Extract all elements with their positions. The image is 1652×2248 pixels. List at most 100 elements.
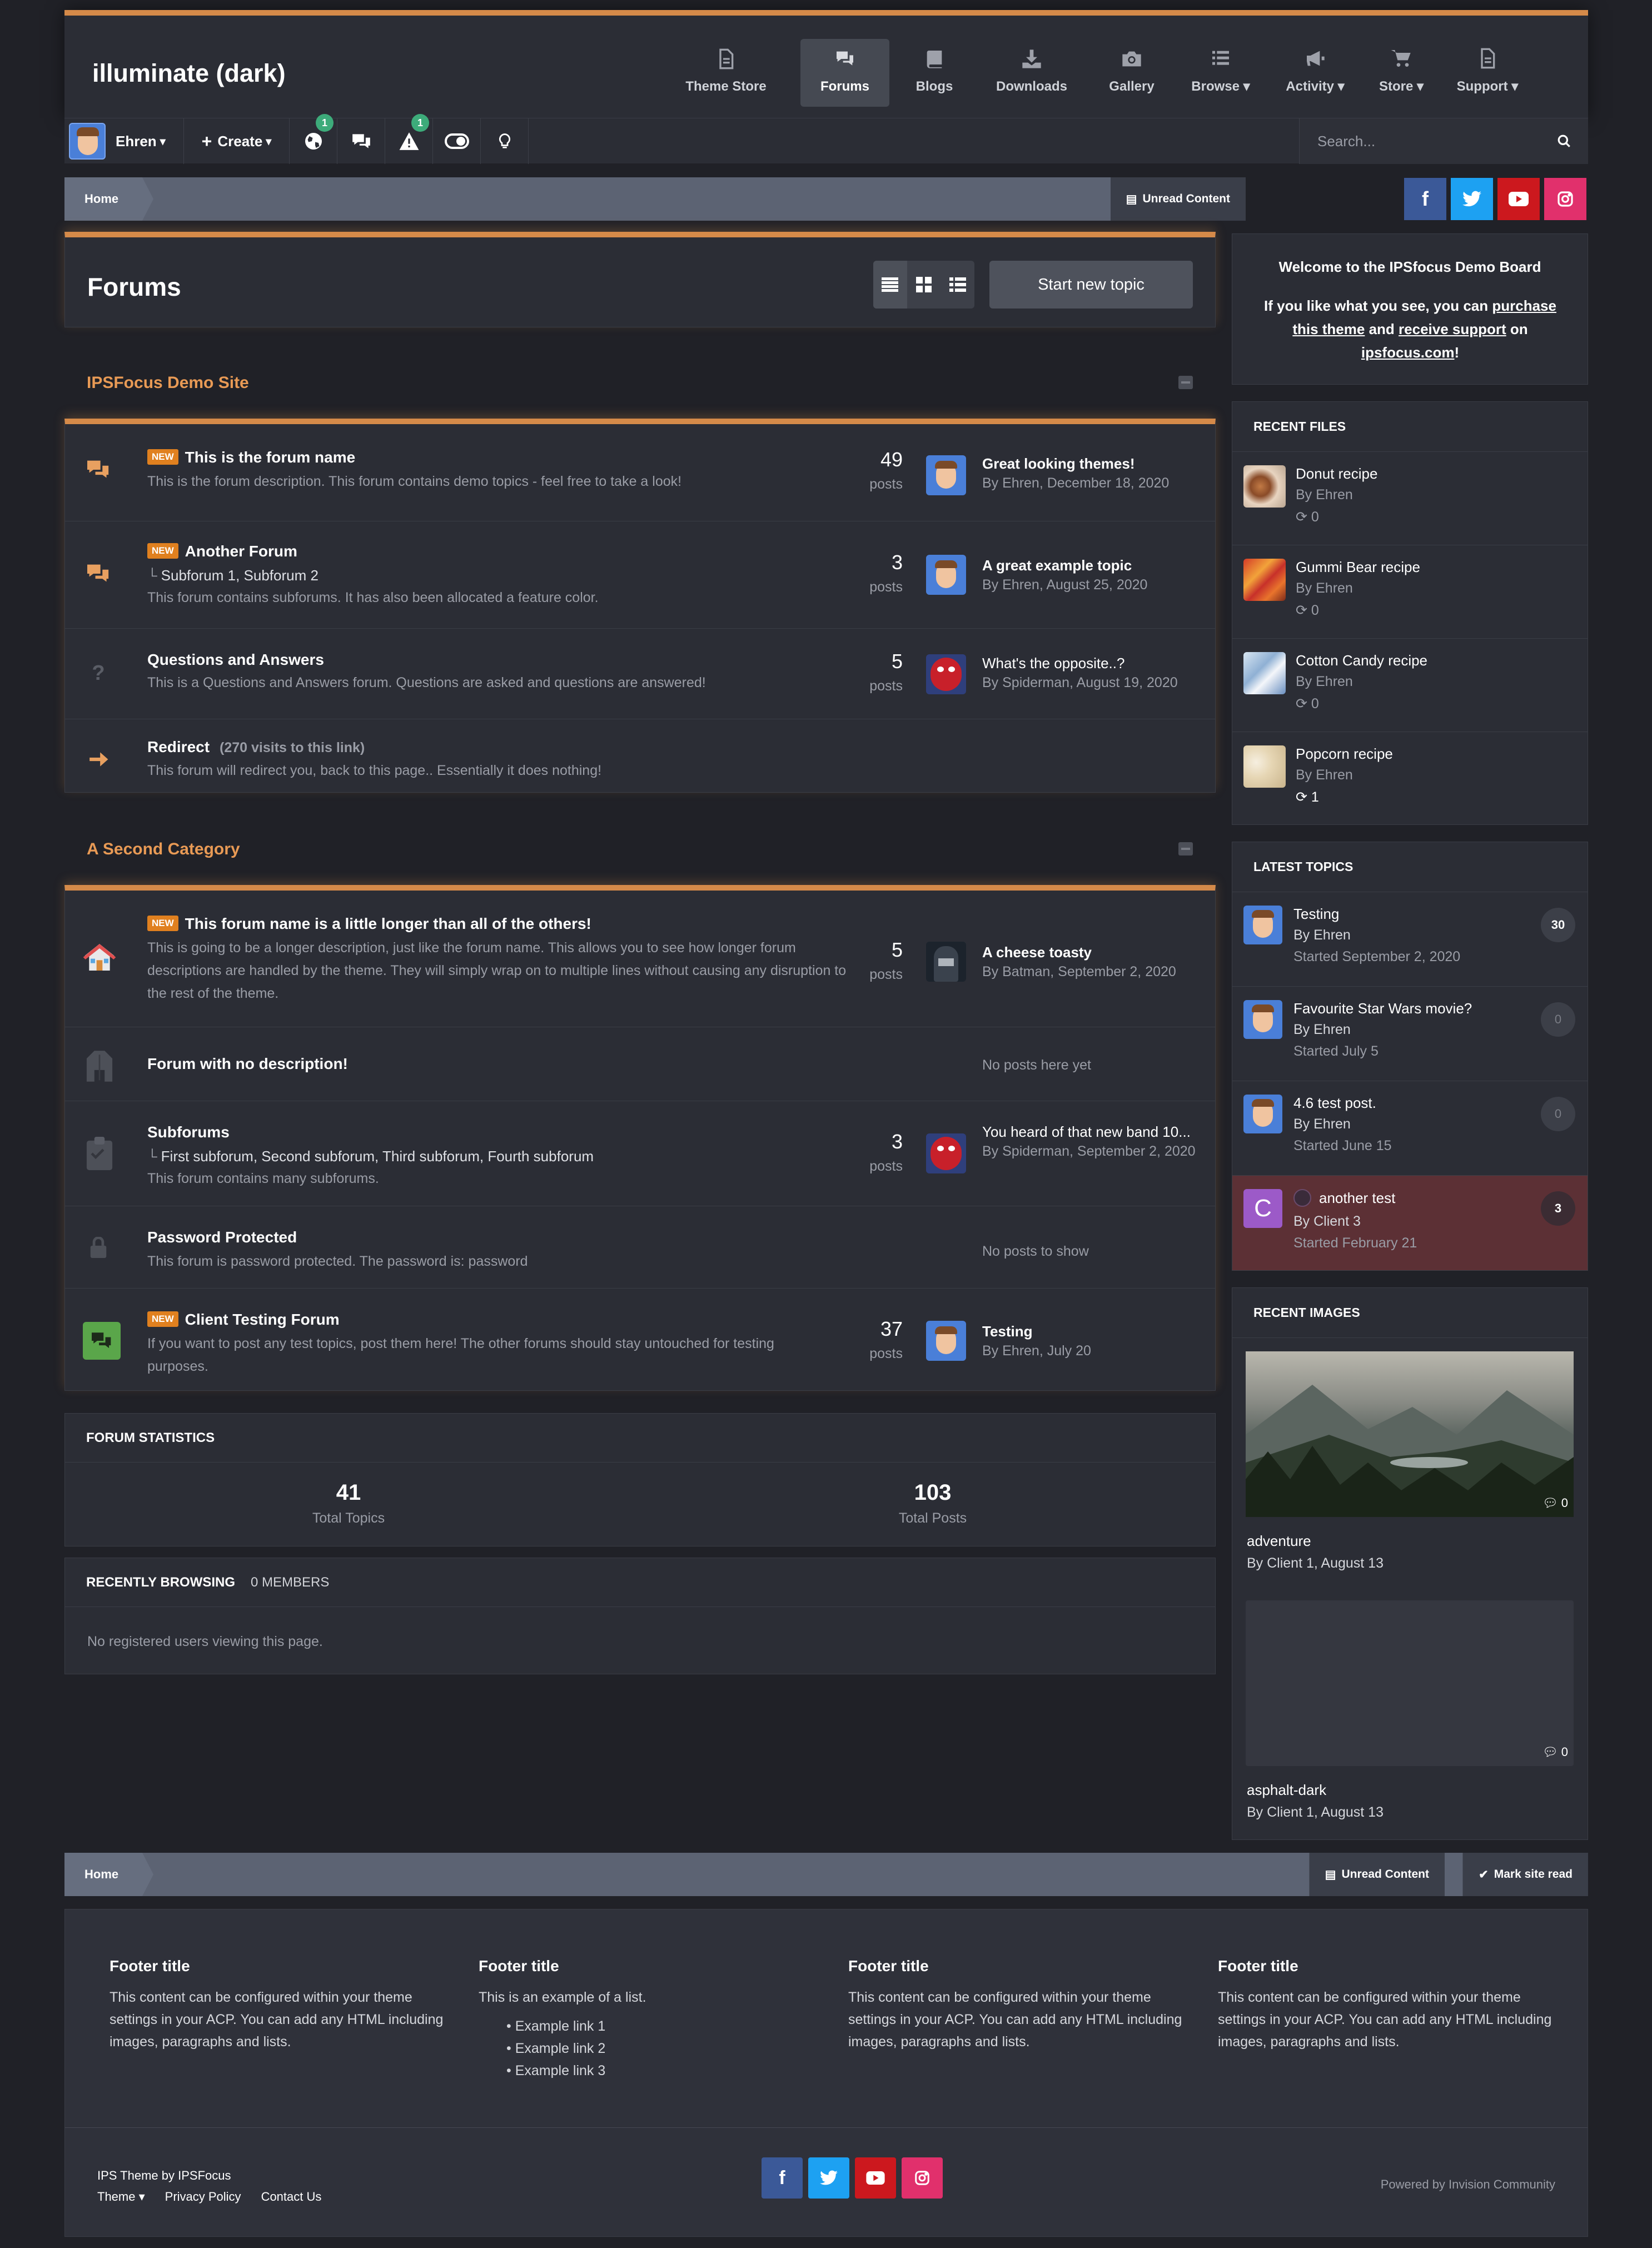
category-title[interactable]: A Second Category bbox=[87, 840, 240, 859]
powered-by[interactable]: Powered by Invision Community bbox=[1381, 2177, 1555, 2192]
user-menu[interactable]: Ehren ▾ bbox=[64, 118, 184, 164]
collapse-icon[interactable] bbox=[1178, 842, 1193, 856]
last-post-title[interactable]: A great example topic bbox=[982, 557, 1132, 574]
last-post-title[interactable]: A cheese toasty bbox=[982, 944, 1092, 961]
grid-view-button[interactable] bbox=[907, 261, 941, 309]
forum-row[interactable]: ? Questions and Answers This is a Questi… bbox=[65, 629, 1215, 719]
topic-row[interactable]: Favourite Star Wars movie? By Ehren Star… bbox=[1232, 987, 1588, 1081]
youtube-button[interactable] bbox=[855, 2157, 896, 2199]
avatar[interactable] bbox=[1243, 1095, 1282, 1133]
last-post-title[interactable]: You heard of that new band 10... bbox=[982, 1123, 1205, 1141]
topic-title[interactable]: 4.6 test post. bbox=[1293, 1095, 1376, 1112]
table-view-button[interactable] bbox=[873, 261, 907, 309]
create-menu[interactable]: + Create ▾ bbox=[184, 118, 290, 164]
topic-title[interactable]: another test bbox=[1319, 1190, 1395, 1207]
image-thumbnail[interactable]: 💬︎ 0 bbox=[1246, 1600, 1574, 1766]
forum-name[interactable]: Password Protected bbox=[147, 1229, 297, 1246]
search-icon[interactable] bbox=[1557, 134, 1571, 148]
image-title[interactable]: asphalt-dark bbox=[1247, 1782, 1326, 1799]
last-post-title[interactable]: Testing bbox=[982, 1323, 1033, 1340]
last-post-title[interactable]: What's the opposite..? bbox=[982, 655, 1124, 672]
notifications-button[interactable]: 1 bbox=[290, 114, 337, 164]
topic-title-row[interactable]: another test bbox=[1293, 1189, 1395, 1207]
footer-list-item[interactable]: • Example link 2 bbox=[506, 2037, 840, 2060]
file-row[interactable]: Cotton Candy recipe By Ehren ⟳ 0 bbox=[1232, 639, 1588, 732]
topic-row[interactable]: C another test By Client 3 Started Febru… bbox=[1232, 1176, 1588, 1270]
avatar[interactable] bbox=[926, 942, 966, 982]
forum-row[interactable]: NEW This is the forum name This is the fo… bbox=[65, 424, 1215, 521]
messages-button[interactable] bbox=[337, 118, 385, 164]
avatar[interactable] bbox=[1243, 1000, 1282, 1039]
forum-row[interactable]: Subforums └ First subforum, Second subfo… bbox=[65, 1101, 1215, 1206]
file-thumbnail[interactable] bbox=[1243, 652, 1286, 694]
unread-content-button[interactable]: ▤ Unread Content bbox=[1110, 177, 1246, 221]
file-name[interactable]: Donut recipe bbox=[1296, 465, 1377, 483]
forum-row[interactable]: NEW Another Forum └ Subforum 1, Subforum … bbox=[65, 521, 1215, 629]
subforum-list[interactable]: └ Subforum 1, Subforum 2 bbox=[147, 564, 319, 588]
instagram-button[interactable] bbox=[902, 2157, 943, 2199]
image-thumbnail[interactable]: 💬︎ 0 bbox=[1246, 1351, 1574, 1517]
mark-site-read-button[interactable]: ✔ Mark site read bbox=[1462, 1853, 1588, 1896]
forum-name[interactable]: This is the forum name bbox=[185, 449, 356, 466]
facebook-button[interactable]: f bbox=[1404, 178, 1446, 220]
privacy-policy-link[interactable]: Privacy Policy bbox=[165, 2190, 241, 2204]
file-row[interactable]: Gummi Bear recipe By Ehren ⟳ 0 bbox=[1232, 545, 1588, 639]
breadcrumb-home[interactable]: Home bbox=[64, 177, 153, 221]
category-title[interactable]: IPSFocus Demo Site bbox=[87, 374, 249, 392]
instagram-button[interactable] bbox=[1544, 178, 1586, 220]
forum-row[interactable]: NEW This forum name is a little longer th… bbox=[65, 891, 1215, 1027]
subforums[interactable]: Subforum 1, Subforum 2 bbox=[161, 567, 319, 584]
footer-link[interactable]: Example link 1 bbox=[515, 2018, 606, 2034]
collapse-icon[interactable] bbox=[1178, 376, 1193, 389]
subforum-list[interactable]: └ First subforum, Second subforum, Third… bbox=[147, 1145, 594, 1168]
footer-link[interactable]: Example link 2 bbox=[515, 2041, 606, 2056]
nav-browse[interactable]: Browse ▾ bbox=[1179, 39, 1262, 107]
file-row[interactable]: Donut recipe By Ehren ⟳ 0 bbox=[1232, 452, 1588, 545]
forum-name[interactable]: Subforums bbox=[147, 1123, 230, 1141]
forum-row[interactable]: Password Protected This forum is passwor… bbox=[65, 1206, 1215, 1289]
nav-forums[interactable]: Forums bbox=[800, 39, 889, 107]
subforums[interactable]: First subforum, Second subforum, Third s… bbox=[161, 1148, 594, 1165]
file-name[interactable]: Cotton Candy recipe bbox=[1296, 652, 1427, 669]
forum-name[interactable]: Questions and Answers bbox=[147, 651, 324, 669]
nav-theme-store[interactable]: Theme Store bbox=[681, 39, 770, 107]
last-post-title[interactable]: Great looking themes! bbox=[982, 455, 1135, 473]
list-view-button[interactable] bbox=[941, 261, 974, 309]
avatar[interactable] bbox=[926, 654, 966, 694]
avatar[interactable]: C bbox=[1243, 1189, 1282, 1228]
breadcrumb-home[interactable]: Home bbox=[64, 1853, 153, 1896]
file-name[interactable]: Gummi Bear recipe bbox=[1296, 559, 1420, 576]
file-row[interactable]: Popcorn recipe By Ehren ⟳ 1 bbox=[1232, 732, 1588, 824]
image-title[interactable]: adventure bbox=[1247, 1533, 1311, 1550]
forum-name[interactable]: Another Forum bbox=[185, 543, 297, 560]
topic-row[interactable]: Testing By Ehren Started September 2, 20… bbox=[1232, 892, 1588, 987]
forum-row[interactable]: NEW Client Testing Forum If you want to p… bbox=[65, 1289, 1215, 1391]
forum-name[interactable]: Client Testing Forum bbox=[185, 1311, 340, 1328]
avatar[interactable] bbox=[926, 1133, 966, 1173]
avatar[interactable] bbox=[926, 455, 966, 495]
theme-credit[interactable]: IPS Theme by IPSFocus bbox=[97, 2169, 231, 2183]
forum-row[interactable]: Redirect (270 visits to this link) This f… bbox=[65, 719, 1215, 798]
topic-title[interactable]: Testing bbox=[1293, 906, 1339, 923]
search-input[interactable]: Search... bbox=[1299, 118, 1588, 164]
forum-name[interactable]: This forum name is a little longer than … bbox=[185, 915, 591, 932]
nav-downloads[interactable]: Downloads bbox=[979, 39, 1084, 107]
footer-list-item[interactable]: • Example link 1 bbox=[506, 2015, 840, 2037]
youtube-button[interactable] bbox=[1497, 178, 1540, 220]
theme-selector[interactable]: Theme ▾ bbox=[97, 2190, 145, 2204]
facebook-button[interactable]: f bbox=[762, 2157, 803, 2199]
file-thumbnail[interactable] bbox=[1243, 745, 1286, 788]
avatar[interactable] bbox=[1243, 906, 1282, 944]
nav-gallery[interactable]: Gallery bbox=[1093, 39, 1171, 107]
file-name[interactable]: Popcorn recipe bbox=[1296, 745, 1393, 763]
ipsfocus-link[interactable]: ipsfocus.com bbox=[1361, 344, 1455, 361]
unread-content-button[interactable]: ▤ Unread Content bbox=[1308, 1853, 1445, 1896]
nav-store[interactable]: Store ▾ bbox=[1368, 39, 1435, 107]
lightbulb-button[interactable] bbox=[481, 118, 529, 164]
file-thumbnail[interactable] bbox=[1243, 465, 1286, 508]
start-new-topic-button[interactable]: Start new topic bbox=[989, 261, 1193, 309]
theme-toggle[interactable] bbox=[433, 118, 481, 164]
site-title[interactable]: illuminate (dark) bbox=[92, 59, 286, 88]
topic-row[interactable]: 4.6 test post. By Ehren Started June 15 … bbox=[1232, 1081, 1588, 1176]
topic-title[interactable]: Favourite Star Wars movie? bbox=[1293, 1000, 1472, 1017]
